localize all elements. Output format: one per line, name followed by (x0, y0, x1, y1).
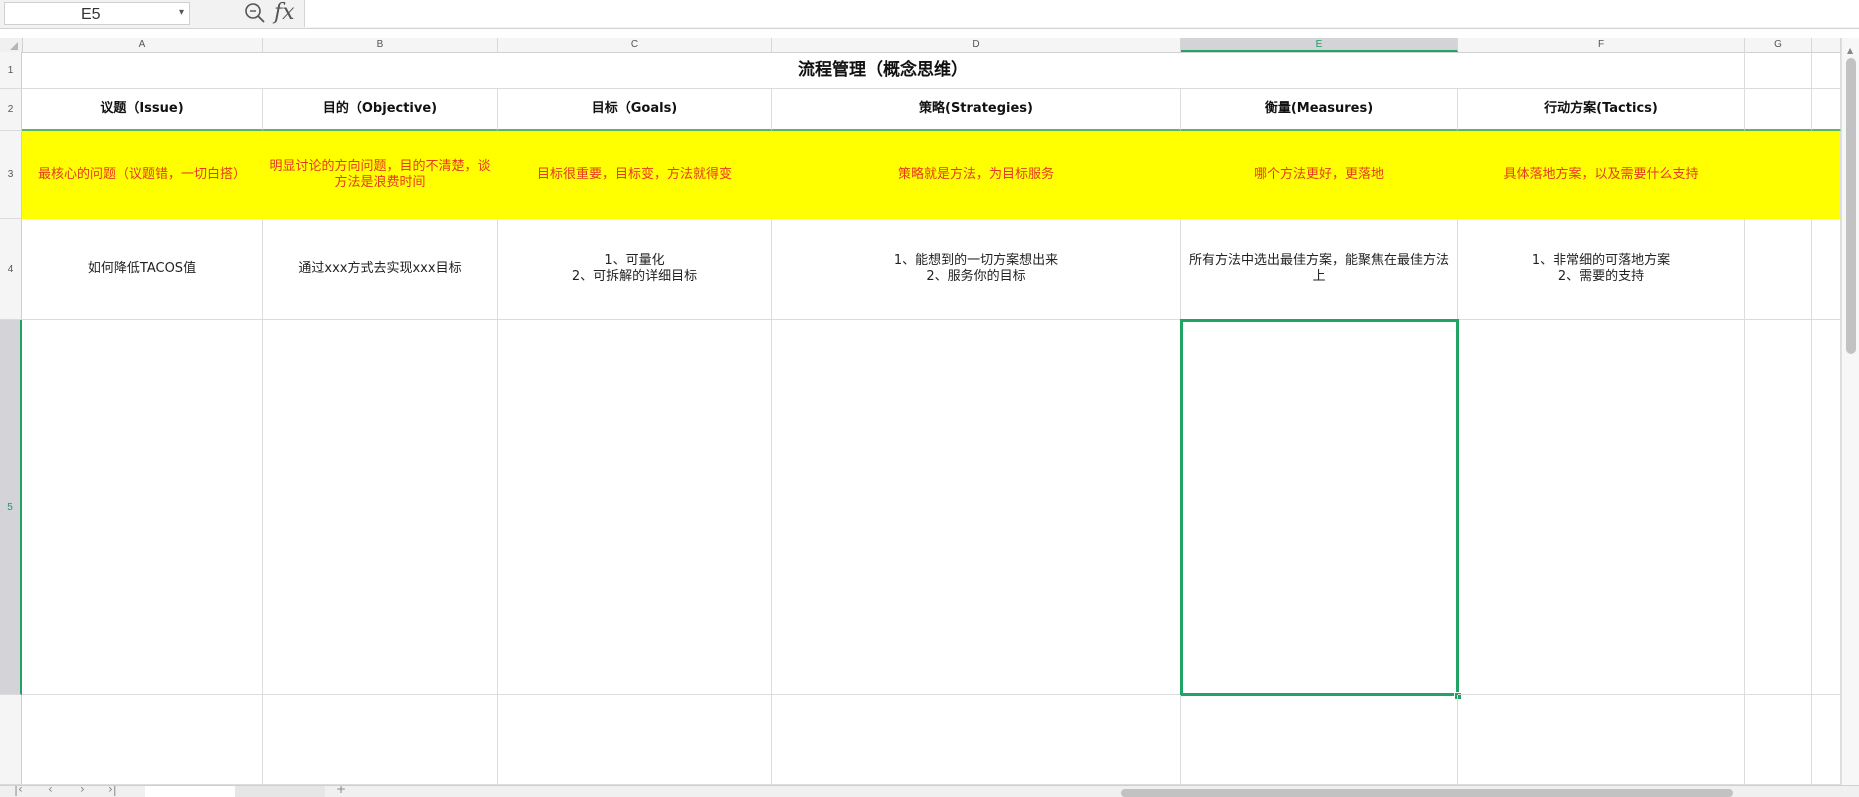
row-header-1[interactable]: 1 (0, 52, 22, 89)
formula-input[interactable] (304, 0, 1859, 27)
cell-g3[interactable] (1745, 131, 1812, 219)
desc-cell-c3[interactable]: 目标很重要，目标变，方法就得变 (498, 131, 772, 219)
desc-cell-d3[interactable]: 策略就是方法，为目标服务 (772, 131, 1181, 219)
select-all-corner[interactable] (0, 38, 23, 52)
last-sheet-icon[interactable]: ›| (108, 786, 117, 796)
desc-cell-b3[interactable]: 明显讨论的方向问题，目的不清楚，谈方法是浪费时间 (263, 131, 498, 219)
header-cell-a2[interactable]: 议题（Issue) (22, 89, 263, 131)
cell-b5[interactable] (263, 320, 498, 695)
col-header-e[interactable]: E (1181, 38, 1458, 52)
cell-d5[interactable] (772, 320, 1181, 695)
cell-c6[interactable] (498, 695, 772, 785)
desc-cell-e3[interactable]: 哪个方法更好，更落地 (1181, 131, 1458, 219)
example-cell-b4[interactable]: 通过xxx方式去实现xxx目标 (263, 219, 498, 320)
cell-h5[interactable] (1812, 320, 1841, 695)
header-cell-d2[interactable]: 策略(Strategies) (772, 89, 1181, 131)
cell-b6[interactable] (263, 695, 498, 785)
col-header-a[interactable]: A (22, 38, 263, 52)
col-header-g[interactable]: G (1745, 38, 1812, 52)
sheet-tab-bar: |‹ ‹ › ›| + (0, 785, 1859, 797)
header-cell-c2[interactable]: 目标（Goals) (498, 89, 772, 131)
example-cell-c4[interactable]: 1、可量化 2、可拆解的详细目标 (498, 219, 772, 320)
column-header-row: A B C D E F G (0, 38, 1859, 53)
cell-c5[interactable] (498, 320, 772, 695)
cell-a6[interactable] (22, 695, 263, 785)
row-header-3[interactable]: 3 (0, 131, 22, 219)
zoom-search-icon[interactable] (243, 1, 267, 25)
example-cell-f4[interactable]: 1、非常细的可落地方案 2、需要的支持 (1458, 219, 1745, 320)
desc-cell-a3[interactable]: 最核心的问题（议题错，一切白搭） (22, 131, 263, 219)
cell-a5[interactable] (22, 320, 263, 695)
row-header-6[interactable] (0, 695, 22, 785)
desc-cell-f3[interactable]: 具体落地方案，以及需要什么支持 (1458, 131, 1745, 219)
scroll-up-icon[interactable]: ▲ (1847, 46, 1853, 55)
cell-g1[interactable] (1745, 52, 1812, 89)
row-header-5[interactable]: 5 (0, 320, 22, 695)
vertical-scroll-thumb[interactable] (1846, 58, 1856, 354)
cell-g2[interactable] (1745, 89, 1812, 131)
cell-h4[interactable] (1812, 219, 1841, 320)
header-cell-b2[interactable]: 目的（Objective) (263, 89, 498, 131)
cell-g5[interactable] (1745, 320, 1812, 695)
col-header-c[interactable]: C (498, 38, 772, 52)
name-box[interactable]: E5 ▾ (4, 2, 190, 25)
next-sheet-icon[interactable]: › (80, 786, 85, 796)
cell-h1[interactable] (1812, 52, 1841, 89)
header-cell-e2[interactable]: 衡量(Measures) (1181, 89, 1458, 131)
name-box-value: E5 (81, 6, 101, 23)
cell-h3[interactable] (1812, 131, 1841, 219)
first-sheet-icon[interactable]: |‹ (14, 786, 23, 796)
name-box-dropdown-icon[interactable]: ▾ (179, 7, 184, 18)
col-header-f[interactable]: F (1458, 38, 1745, 52)
spreadsheet-grid: A B C D E F G 1 2 3 4 5 流程管理（概念思维） 议题（Is… (0, 38, 1859, 785)
cell-h6[interactable] (1812, 695, 1841, 785)
row-header-2[interactable]: 2 (0, 89, 22, 131)
row-header-4[interactable]: 4 (0, 219, 22, 320)
prev-sheet-icon[interactable]: ‹ (48, 786, 53, 796)
example-cell-d4[interactable]: 1、能想到的一切方案想出来 2、服务你的目标 (772, 219, 1181, 320)
col-header-h[interactable] (1812, 38, 1841, 52)
cell-f5[interactable] (1458, 320, 1745, 695)
col-header-d[interactable]: D (772, 38, 1181, 52)
title-cell[interactable]: 流程管理（概念思维） (22, 52, 1745, 89)
cell-e6[interactable] (1181, 695, 1458, 785)
sheet-tab-1[interactable] (145, 786, 235, 797)
fx-icon[interactable]: fx (274, 0, 295, 25)
example-cell-a4[interactable]: 如何降低TACOS值 (22, 219, 263, 320)
selected-cell-e5[interactable] (1180, 319, 1459, 696)
example-cell-e4[interactable]: 所有方法中选出最佳方案，能聚焦在最佳方法上 (1181, 219, 1458, 320)
cell-g6[interactable] (1745, 695, 1812, 785)
cell-g4[interactable] (1745, 219, 1812, 320)
formula-bar: E5 ▾ fx (0, 0, 1859, 29)
col-header-b[interactable]: B (263, 38, 498, 52)
vertical-scrollbar[interactable]: ▲ (1841, 38, 1859, 785)
sheet-tab-2[interactable] (235, 786, 325, 797)
cell-h2[interactable] (1812, 89, 1841, 131)
cell-d6[interactable] (772, 695, 1181, 785)
header-cell-f2[interactable]: 行动方案(Tactics) (1458, 89, 1745, 131)
cell-f6[interactable] (1458, 695, 1745, 785)
add-sheet-icon[interactable]: + (336, 786, 346, 796)
